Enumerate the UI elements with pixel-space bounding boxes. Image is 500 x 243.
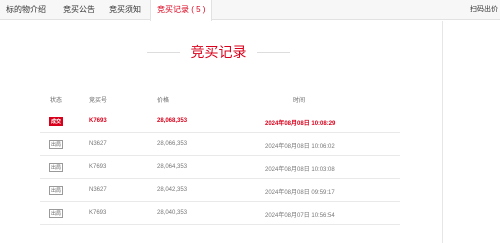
status-badge: 出局: [49, 209, 63, 218]
header-time: 时间: [293, 98, 306, 104]
table-row: 出局 K7693 28,064,353 2024年08月08日 10:03:08: [40, 156, 400, 179]
scan-to-bid-link[interactable]: 扫码出价: [470, 0, 498, 20]
bid-time: 2024年08月08日 09:59:17: [265, 190, 335, 196]
tab-bid-records[interactable]: 竞买记录 ( 5 ): [150, 0, 212, 21]
tab-auction-notice[interactable]: 竞买公告: [63, 0, 95, 20]
bidder-number: K7693: [89, 164, 107, 170]
table-row: 出局 N3627 28,042,353 2024年08月08日 09:59:17: [40, 179, 400, 202]
status-badge: 出局: [49, 163, 63, 172]
table-row: 出局 N3627 28,066,353 2024年08月08日 10:06:02: [40, 133, 400, 156]
bid-time: 2024年08月07日 10:56:54: [265, 213, 335, 219]
bid-price: 28,040,353: [157, 210, 188, 216]
header-bidder-number: 竞买号: [89, 98, 108, 104]
bidder-number: K7693: [89, 210, 107, 216]
bid-time: 2024年08月08日 10:06:02: [265, 144, 335, 150]
table-row: 成交 K7693 28,068,353 2024年08月08日 10:08:29: [40, 110, 400, 133]
bidder-number: N3627: [89, 141, 107, 147]
sidebar-divider: [442, 21, 443, 243]
status-badge: 成交: [49, 117, 63, 126]
tab-item-intro[interactable]: 标的物介绍: [6, 0, 46, 20]
section-title: 竞买记录: [190, 44, 247, 60]
section-header: 竞买记录: [0, 42, 442, 62]
header-price: 价格: [157, 98, 170, 104]
bidder-number: N3627: [89, 187, 107, 193]
tab-bidding-rules[interactable]: 竞买须知: [109, 0, 141, 20]
bid-price: 28,042,353: [157, 187, 188, 193]
bid-price: 28,064,353: [157, 164, 188, 170]
header-status: 状态: [50, 98, 63, 104]
table-header: 状态 竞买号 价格 时间: [40, 92, 400, 106]
title-decoration-right: [257, 52, 290, 53]
status-badge: 出局: [49, 186, 63, 195]
status-badge: 出局: [49, 140, 63, 149]
tab-bar: 标的物介绍 竞买公告 竞买须知 竞买记录 ( 5 ) 扫码出价: [0, 0, 500, 21]
bid-time: 2024年08月08日 10:03:08: [265, 167, 335, 173]
bid-price: 28,068,353: [157, 118, 188, 124]
bid-time: 2024年08月08日 10:08:29: [265, 121, 336, 127]
title-decoration-left: [147, 52, 180, 53]
bid-records-table: 成交 K7693 28,068,353 2024年08月08日 10:08:29…: [40, 110, 400, 225]
table-row: 出局 K7693 28,040,353 2024年08月07日 10:56:54: [40, 202, 400, 225]
bid-price: 28,066,353: [157, 141, 188, 147]
bidder-number: K7693: [89, 118, 107, 124]
